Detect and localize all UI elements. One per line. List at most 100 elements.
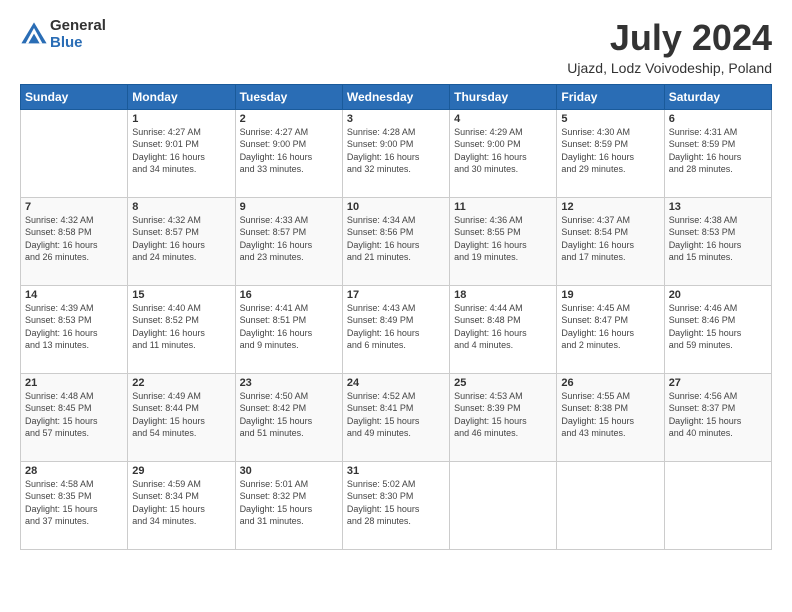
calendar-cell-w5-d3: 30Sunrise: 5:01 AM Sunset: 8:32 PM Dayli… bbox=[235, 461, 342, 549]
day-number: 9 bbox=[240, 201, 338, 213]
day-number: 30 bbox=[240, 465, 338, 477]
day-info: Sunrise: 4:53 AM Sunset: 8:39 PM Dayligh… bbox=[454, 390, 552, 440]
calendar: Sunday Monday Tuesday Wednesday Thursday… bbox=[20, 84, 772, 550]
calendar-cell-w2-d1: 7Sunrise: 4:32 AM Sunset: 8:58 PM Daylig… bbox=[21, 197, 128, 285]
day-info: Sunrise: 5:02 AM Sunset: 8:30 PM Dayligh… bbox=[347, 478, 445, 528]
day-number: 27 bbox=[669, 377, 767, 389]
day-number: 24 bbox=[347, 377, 445, 389]
day-number: 5 bbox=[561, 113, 659, 125]
day-number: 6 bbox=[669, 113, 767, 125]
day-info: Sunrise: 4:32 AM Sunset: 8:57 PM Dayligh… bbox=[132, 214, 230, 264]
page: General Blue July 2024 Ujazd, Lodz Voivo… bbox=[0, 0, 792, 612]
day-number: 15 bbox=[132, 289, 230, 301]
week-row-3: 14Sunrise: 4:39 AM Sunset: 8:53 PM Dayli… bbox=[21, 285, 772, 373]
day-info: Sunrise: 4:58 AM Sunset: 8:35 PM Dayligh… bbox=[25, 478, 123, 528]
calendar-cell-w1-d3: 2Sunrise: 4:27 AM Sunset: 9:00 PM Daylig… bbox=[235, 109, 342, 197]
calendar-cell-w1-d1 bbox=[21, 109, 128, 197]
calendar-cell-w3-d6: 19Sunrise: 4:45 AM Sunset: 8:47 PM Dayli… bbox=[557, 285, 664, 373]
day-number: 22 bbox=[132, 377, 230, 389]
col-wednesday: Wednesday bbox=[342, 84, 449, 109]
calendar-cell-w5-d1: 28Sunrise: 4:58 AM Sunset: 8:35 PM Dayli… bbox=[21, 461, 128, 549]
calendar-cell-w3-d4: 17Sunrise: 4:43 AM Sunset: 8:49 PM Dayli… bbox=[342, 285, 449, 373]
calendar-cell-w2-d6: 12Sunrise: 4:37 AM Sunset: 8:54 PM Dayli… bbox=[557, 197, 664, 285]
day-info: Sunrise: 4:41 AM Sunset: 8:51 PM Dayligh… bbox=[240, 302, 338, 352]
day-info: Sunrise: 4:56 AM Sunset: 8:37 PM Dayligh… bbox=[669, 390, 767, 440]
day-info: Sunrise: 4:55 AM Sunset: 8:38 PM Dayligh… bbox=[561, 390, 659, 440]
day-number: 10 bbox=[347, 201, 445, 213]
calendar-cell-w1-d4: 3Sunrise: 4:28 AM Sunset: 9:00 PM Daylig… bbox=[342, 109, 449, 197]
day-number: 20 bbox=[669, 289, 767, 301]
calendar-cell-w4-d6: 26Sunrise: 4:55 AM Sunset: 8:38 PM Dayli… bbox=[557, 373, 664, 461]
col-friday: Friday bbox=[557, 84, 664, 109]
day-info: Sunrise: 4:50 AM Sunset: 8:42 PM Dayligh… bbox=[240, 390, 338, 440]
day-info: Sunrise: 4:28 AM Sunset: 9:00 PM Dayligh… bbox=[347, 126, 445, 176]
day-number: 8 bbox=[132, 201, 230, 213]
day-number: 3 bbox=[347, 113, 445, 125]
week-row-4: 21Sunrise: 4:48 AM Sunset: 8:45 PM Dayli… bbox=[21, 373, 772, 461]
day-info: Sunrise: 4:29 AM Sunset: 9:00 PM Dayligh… bbox=[454, 126, 552, 176]
day-info: Sunrise: 5:01 AM Sunset: 8:32 PM Dayligh… bbox=[240, 478, 338, 528]
day-number: 2 bbox=[240, 113, 338, 125]
logo: General Blue bbox=[20, 18, 106, 51]
day-info: Sunrise: 4:44 AM Sunset: 8:48 PM Dayligh… bbox=[454, 302, 552, 352]
calendar-cell-w5-d7 bbox=[664, 461, 771, 549]
day-number: 18 bbox=[454, 289, 552, 301]
col-monday: Monday bbox=[128, 84, 235, 109]
calendar-cell-w4-d3: 23Sunrise: 4:50 AM Sunset: 8:42 PM Dayli… bbox=[235, 373, 342, 461]
calendar-cell-w5-d2: 29Sunrise: 4:59 AM Sunset: 8:34 PM Dayli… bbox=[128, 461, 235, 549]
day-info: Sunrise: 4:46 AM Sunset: 8:46 PM Dayligh… bbox=[669, 302, 767, 352]
week-row-1: 1Sunrise: 4:27 AM Sunset: 9:01 PM Daylig… bbox=[21, 109, 772, 197]
day-info: Sunrise: 4:52 AM Sunset: 8:41 PM Dayligh… bbox=[347, 390, 445, 440]
day-number: 19 bbox=[561, 289, 659, 301]
calendar-cell-w2-d7: 13Sunrise: 4:38 AM Sunset: 8:53 PM Dayli… bbox=[664, 197, 771, 285]
day-number: 13 bbox=[669, 201, 767, 213]
calendar-cell-w3-d5: 18Sunrise: 4:44 AM Sunset: 8:48 PM Dayli… bbox=[450, 285, 557, 373]
day-number: 29 bbox=[132, 465, 230, 477]
calendar-cell-w1-d5: 4Sunrise: 4:29 AM Sunset: 9:00 PM Daylig… bbox=[450, 109, 557, 197]
day-info: Sunrise: 4:45 AM Sunset: 8:47 PM Dayligh… bbox=[561, 302, 659, 352]
day-info: Sunrise: 4:38 AM Sunset: 8:53 PM Dayligh… bbox=[669, 214, 767, 264]
week-row-2: 7Sunrise: 4:32 AM Sunset: 8:58 PM Daylig… bbox=[21, 197, 772, 285]
col-thursday: Thursday bbox=[450, 84, 557, 109]
logo-blue-text: Blue bbox=[50, 35, 106, 52]
day-number: 25 bbox=[454, 377, 552, 389]
day-info: Sunrise: 4:43 AM Sunset: 8:49 PM Dayligh… bbox=[347, 302, 445, 352]
day-info: Sunrise: 4:59 AM Sunset: 8:34 PM Dayligh… bbox=[132, 478, 230, 528]
calendar-header-row: Sunday Monday Tuesday Wednesday Thursday… bbox=[21, 84, 772, 109]
calendar-cell-w4-d7: 27Sunrise: 4:56 AM Sunset: 8:37 PM Dayli… bbox=[664, 373, 771, 461]
calendar-cell-w3-d7: 20Sunrise: 4:46 AM Sunset: 8:46 PM Dayli… bbox=[664, 285, 771, 373]
calendar-cell-w2-d2: 8Sunrise: 4:32 AM Sunset: 8:57 PM Daylig… bbox=[128, 197, 235, 285]
day-info: Sunrise: 4:39 AM Sunset: 8:53 PM Dayligh… bbox=[25, 302, 123, 352]
day-number: 14 bbox=[25, 289, 123, 301]
day-number: 1 bbox=[132, 113, 230, 125]
day-number: 7 bbox=[25, 201, 123, 213]
calendar-cell-w2-d4: 10Sunrise: 4:34 AM Sunset: 8:56 PM Dayli… bbox=[342, 197, 449, 285]
day-info: Sunrise: 4:37 AM Sunset: 8:54 PM Dayligh… bbox=[561, 214, 659, 264]
day-number: 21 bbox=[25, 377, 123, 389]
calendar-cell-w4-d1: 21Sunrise: 4:48 AM Sunset: 8:45 PM Dayli… bbox=[21, 373, 128, 461]
day-number: 11 bbox=[454, 201, 552, 213]
calendar-cell-w4-d5: 25Sunrise: 4:53 AM Sunset: 8:39 PM Dayli… bbox=[450, 373, 557, 461]
day-info: Sunrise: 4:32 AM Sunset: 8:58 PM Dayligh… bbox=[25, 214, 123, 264]
calendar-cell-w4-d4: 24Sunrise: 4:52 AM Sunset: 8:41 PM Dayli… bbox=[342, 373, 449, 461]
title-section: July 2024 Ujazd, Lodz Voivodeship, Polan… bbox=[567, 18, 772, 76]
day-info: Sunrise: 4:27 AM Sunset: 9:01 PM Dayligh… bbox=[132, 126, 230, 176]
day-info: Sunrise: 4:48 AM Sunset: 8:45 PM Dayligh… bbox=[25, 390, 123, 440]
calendar-cell-w3-d3: 16Sunrise: 4:41 AM Sunset: 8:51 PM Dayli… bbox=[235, 285, 342, 373]
calendar-cell-w3-d1: 14Sunrise: 4:39 AM Sunset: 8:53 PM Dayli… bbox=[21, 285, 128, 373]
month-title: July 2024 bbox=[567, 18, 772, 58]
logo-icon bbox=[20, 21, 48, 49]
col-sunday: Sunday bbox=[21, 84, 128, 109]
day-info: Sunrise: 4:49 AM Sunset: 8:44 PM Dayligh… bbox=[132, 390, 230, 440]
calendar-cell-w5-d6 bbox=[557, 461, 664, 549]
calendar-cell-w2-d3: 9Sunrise: 4:33 AM Sunset: 8:57 PM Daylig… bbox=[235, 197, 342, 285]
calendar-cell-w1-d7: 6Sunrise: 4:31 AM Sunset: 8:59 PM Daylig… bbox=[664, 109, 771, 197]
day-number: 31 bbox=[347, 465, 445, 477]
day-info: Sunrise: 4:30 AM Sunset: 8:59 PM Dayligh… bbox=[561, 126, 659, 176]
calendar-cell-w1-d2: 1Sunrise: 4:27 AM Sunset: 9:01 PM Daylig… bbox=[128, 109, 235, 197]
calendar-cell-w1-d6: 5Sunrise: 4:30 AM Sunset: 8:59 PM Daylig… bbox=[557, 109, 664, 197]
day-info: Sunrise: 4:33 AM Sunset: 8:57 PM Dayligh… bbox=[240, 214, 338, 264]
day-number: 16 bbox=[240, 289, 338, 301]
day-number: 4 bbox=[454, 113, 552, 125]
week-row-5: 28Sunrise: 4:58 AM Sunset: 8:35 PM Dayli… bbox=[21, 461, 772, 549]
